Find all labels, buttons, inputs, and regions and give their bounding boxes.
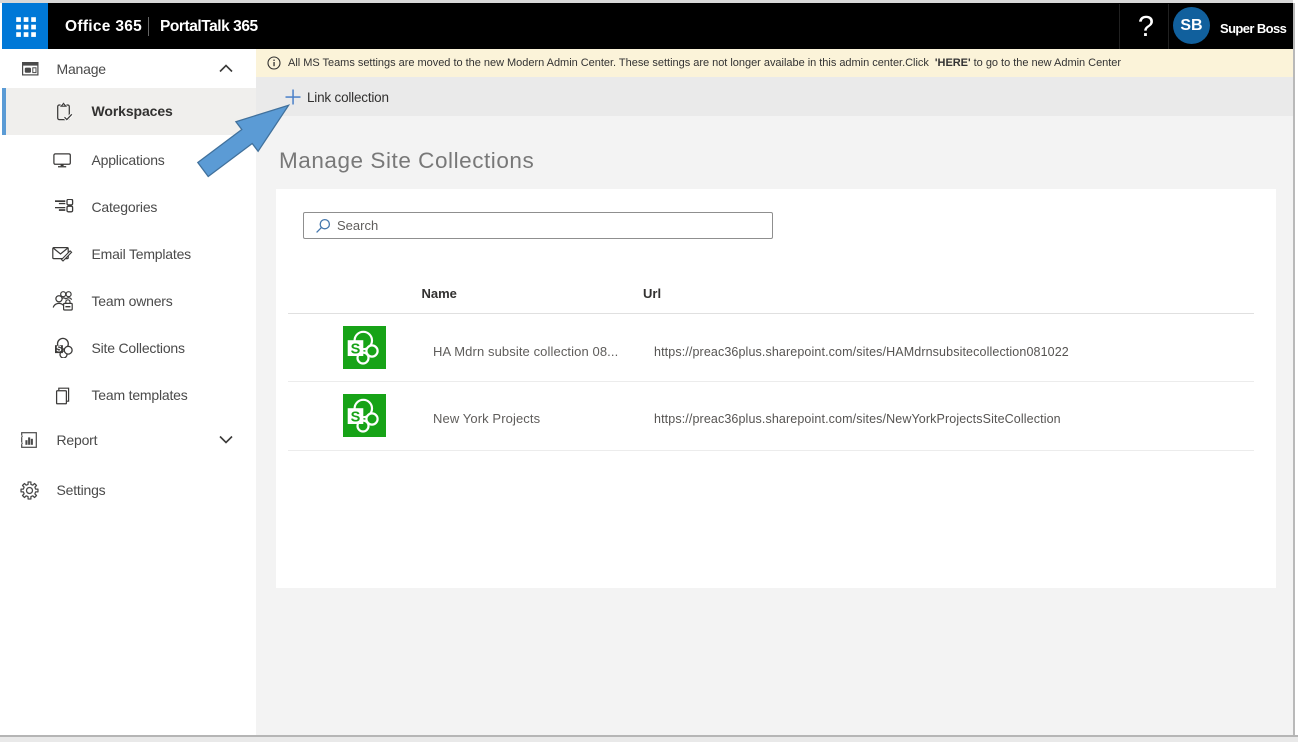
- svg-text:S: S: [56, 345, 62, 354]
- svg-text:S: S: [351, 409, 361, 425]
- svg-text:S: S: [351, 341, 361, 357]
